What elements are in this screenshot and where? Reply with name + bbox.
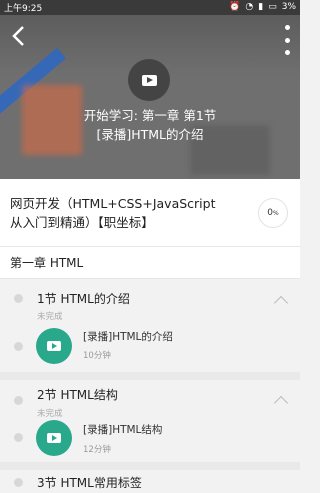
section-status-dot — [14, 478, 23, 487]
section-title: 2节 HTML结构 — [37, 388, 118, 402]
more-vertical-icon — [284, 25, 290, 30]
play-button[interactable] — [128, 59, 170, 101]
course-title: 网页开发（HTML+CSS+JavaScript 从入门到精通）【职坐标】 — [10, 194, 242, 232]
status-time: 上午9:25 — [4, 4, 43, 14]
chapter-header: 第一章 HTML — [0, 246, 300, 279]
section-divider — [0, 372, 300, 380]
progress-unit: % — [273, 209, 279, 217]
chevron-up-icon[interactable] — [273, 395, 289, 411]
back-icon — [12, 26, 24, 46]
course-title-line1: 网页开发（HTML+CSS+JavaScript — [10, 196, 216, 211]
section-status-dot — [14, 396, 23, 405]
signal-icon: ▮ — [258, 2, 264, 12]
play-icon — [141, 74, 157, 86]
section-title: 1节 HTML的介绍 — [37, 292, 130, 306]
section-divider — [0, 462, 300, 470]
section-item[interactable]: 1节 HTML的介绍 未完成 [录播]HTML的介绍 10分钟 — [0, 282, 300, 370]
course-info: 网页开发（HTML+CSS+JavaScript 从入门到精通）【职坐标】 0% — [0, 179, 300, 246]
section-status-dot — [14, 294, 23, 303]
section-item[interactable]: 2节 HTML结构 未完成 [录播]HTML结构 12分钟 — [0, 380, 300, 466]
lesson-duration: 12分钟 — [83, 445, 111, 455]
lesson-status-dot — [14, 342, 23, 351]
lesson-play-button[interactable] — [36, 420, 72, 456]
status-bar: 上午9:25 ⏰ ◔ ▮ ▭ 3% — [0, 0, 300, 15]
back-button[interactable] — [8, 25, 28, 47]
lesson-title[interactable]: [录播]HTML的介绍 — [83, 329, 173, 344]
course-progress: 0% — [258, 198, 288, 228]
course-title-line2: 从入门到精通）【职坐标】 — [10, 215, 154, 230]
lesson-duration: 10分钟 — [83, 351, 111, 361]
wifi-icon: ◔ — [245, 2, 254, 12]
video-title-line2: [录播]HTML的介绍 — [96, 127, 204, 142]
video-icon — [47, 433, 61, 443]
alarm-icon: ⏰ — [229, 2, 241, 12]
battery-percent: 3% — [281, 2, 296, 12]
more-options-button[interactable] — [280, 25, 294, 55]
lesson-title[interactable]: [录播]HTML结构 — [83, 422, 162, 437]
section-status: 未完成 — [37, 312, 63, 322]
video-icon — [47, 341, 61, 351]
video-title-line1: 开始学习: 第一章 第1节 — [83, 108, 217, 123]
section-item[interactable]: 3节 HTML常用标签 — [0, 470, 300, 493]
section-title: 3节 HTML常用标签 — [37, 476, 142, 490]
section-status: 未完成 — [37, 409, 63, 419]
lesson-status-dot — [14, 433, 23, 442]
lesson-play-button[interactable] — [36, 328, 72, 364]
video-player[interactable]: 开始学习: 第一章 第1节 [录播]HTML的介绍 — [0, 15, 300, 179]
chevron-up-icon[interactable] — [273, 295, 289, 311]
battery-icon: ▭ — [268, 2, 277, 12]
status-icons: ⏰ ◔ ▮ ▭ 3% — [229, 0, 296, 15]
